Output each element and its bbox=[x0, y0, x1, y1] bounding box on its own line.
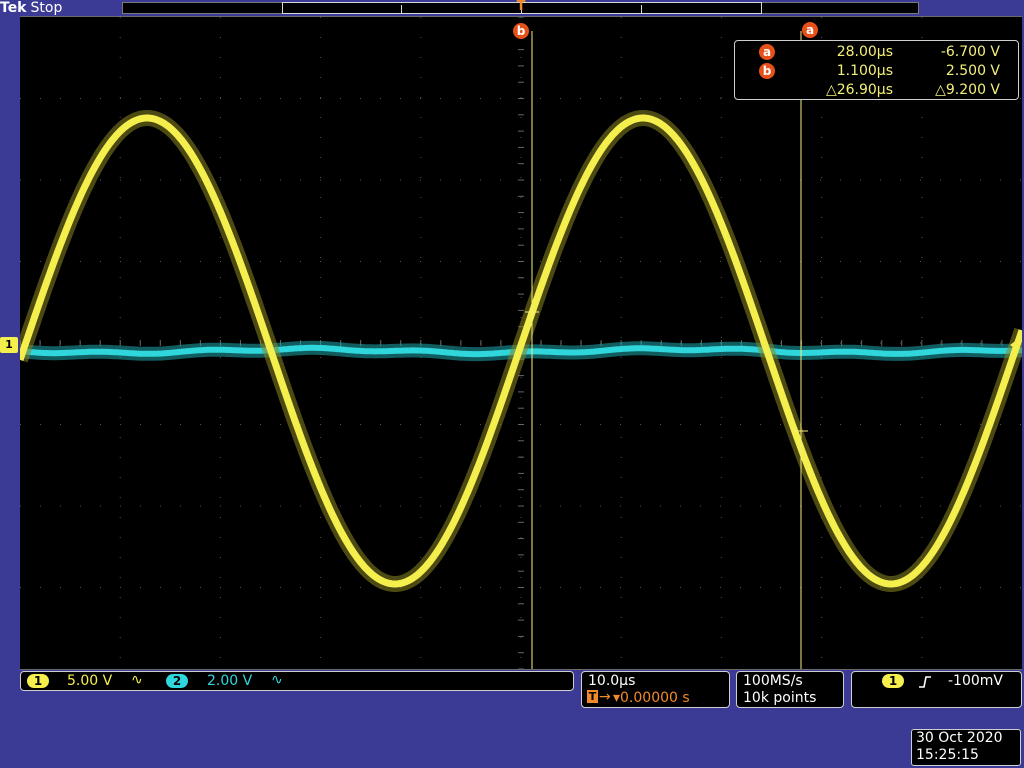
cursor-b-icon: b bbox=[759, 63, 775, 79]
cursor-a-row: a 28.00µs -6.700 V bbox=[735, 43, 1018, 61]
date-text: 30 Oct 2020 bbox=[916, 730, 1003, 746]
trigger-source-badge: 1 bbox=[882, 674, 904, 688]
trigger-position-icon[interactable]: T bbox=[515, 0, 527, 14]
ch2-scale: 2.00 V bbox=[207, 673, 253, 689]
horizontal-settings[interactable]: 10.0µs T → ▾0.00000 s bbox=[581, 671, 730, 708]
cursor-b-row: b 1.100µs 2.500 V bbox=[735, 62, 1018, 80]
cursor-a-time: 28.00µs bbox=[836, 44, 893, 60]
cursor-delta-time: △26.90µs bbox=[825, 82, 893, 98]
cursor-a-voltage: -6.700 V bbox=[940, 44, 1000, 60]
cursor-b-time: 1.100µs bbox=[836, 63, 893, 79]
cursor-b-voltage: 2.500 V bbox=[945, 63, 1000, 79]
cursor-a-badge[interactable]: a bbox=[802, 22, 818, 38]
sample-rate: 100MS/s bbox=[743, 673, 803, 689]
time-text: 15:25:15 bbox=[916, 747, 979, 763]
acquisition-settings[interactable]: 100MS/s 10k points bbox=[736, 671, 844, 708]
rising-edge-icon bbox=[919, 676, 931, 688]
ch1-scale: 5.00 V bbox=[67, 673, 113, 689]
ch1-offset-arrow-icon bbox=[1010, 339, 1018, 351]
ch1-ground-marker[interactable]: 1 bbox=[0, 337, 18, 353]
waveform-svg bbox=[20, 17, 1022, 669]
trigger-settings[interactable]: 1 -100mV bbox=[851, 671, 1022, 708]
cursor-readout-panel: a 28.00µs -6.700 V b 1.100µs 2.500 V △26… bbox=[734, 40, 1019, 100]
ch1-coupling-icon: ∿ bbox=[131, 672, 143, 688]
acquisition-status: Tek Stop bbox=[0, 0, 62, 16]
ch2-badge[interactable]: 2 bbox=[166, 674, 188, 688]
arrow-right-icon: → bbox=[599, 689, 611, 705]
channel-scale-bar[interactable]: 1 5.00 V ∿ 2 2.00 V ∿ bbox=[20, 671, 574, 691]
ch1-badge[interactable]: 1 bbox=[27, 674, 49, 688]
cursor-a-icon: a bbox=[759, 44, 775, 60]
date-time-display: 30 Oct 2020 15:25:15 bbox=[911, 729, 1021, 766]
acq-state: Stop bbox=[30, 0, 63, 16]
trigger-level: -100mV bbox=[948, 673, 1003, 689]
trigger-t-icon: T bbox=[587, 690, 598, 703]
waveform-display[interactable]: b a bbox=[20, 16, 1022, 670]
record-view-tick bbox=[641, 5, 642, 13]
brand-logo: Tek bbox=[0, 0, 27, 16]
ch1-ground-label: 1 bbox=[5, 338, 13, 351]
cursor-delta-row: △26.90µs △9.200 V bbox=[735, 81, 1018, 99]
cursor-b-badge[interactable]: b bbox=[513, 23, 529, 39]
record-length: 10k points bbox=[743, 690, 817, 706]
horizontal-scale: 10.0µs bbox=[588, 673, 636, 689]
cursor-delta-voltage: △9.200 V bbox=[935, 82, 1000, 98]
record-view-tick bbox=[401, 5, 402, 13]
horizontal-delay: ▾0.00000 s bbox=[613, 690, 690, 706]
ch2-coupling-icon: ∿ bbox=[271, 672, 283, 688]
